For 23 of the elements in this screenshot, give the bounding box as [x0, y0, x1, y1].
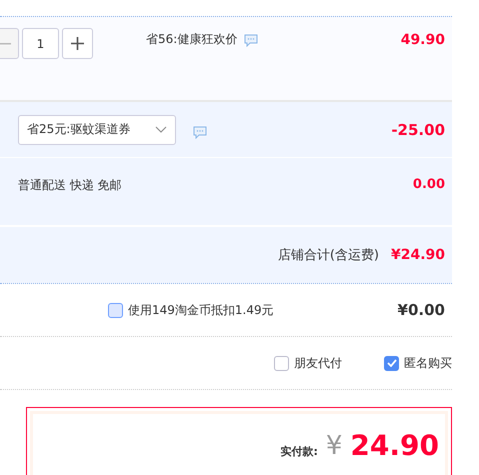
- shop-total-label: 店铺合计(含运费): [278, 247, 379, 264]
- payment-amount: 24.90: [350, 429, 439, 462]
- chat-icon[interactable]: [193, 126, 207, 139]
- chat-icon[interactable]: [244, 34, 258, 47]
- plus-button[interactable]: [62, 28, 93, 59]
- promo-label: 省56:健康狂欢价: [146, 31, 238, 48]
- coupon-amount: -25.00: [391, 120, 445, 138]
- payment-label: 实付款:: [280, 444, 318, 459]
- currency-symbol: ¥: [326, 430, 342, 460]
- checkbox-option[interactable]: 使用149淘金币抵扣1.49元: [108, 302, 274, 318]
- minus-icon: [0, 42, 10, 44]
- chevron-down-icon: [155, 126, 167, 133]
- shop-total-amount: ¥24.90: [390, 247, 445, 263]
- plus-icon: [70, 36, 85, 51]
- shipping-amount: 0.00: [412, 177, 445, 192]
- coins-amount: ¥0.00: [398, 301, 445, 319]
- shipping-label: 普通配送 快递 免邮: [18, 177, 122, 194]
- item-price: 49.90: [400, 32, 445, 48]
- check-icon: [386, 359, 396, 367]
- checkbox-option[interactable]: 朋友代付: [274, 354, 342, 372]
- checkbox-option[interactable]: 匿名购买: [384, 354, 452, 372]
- coupon-select[interactable]: 省25元:驱蚊渠道券: [18, 114, 176, 144]
- quantity-field[interactable]: 1: [22, 28, 59, 59]
